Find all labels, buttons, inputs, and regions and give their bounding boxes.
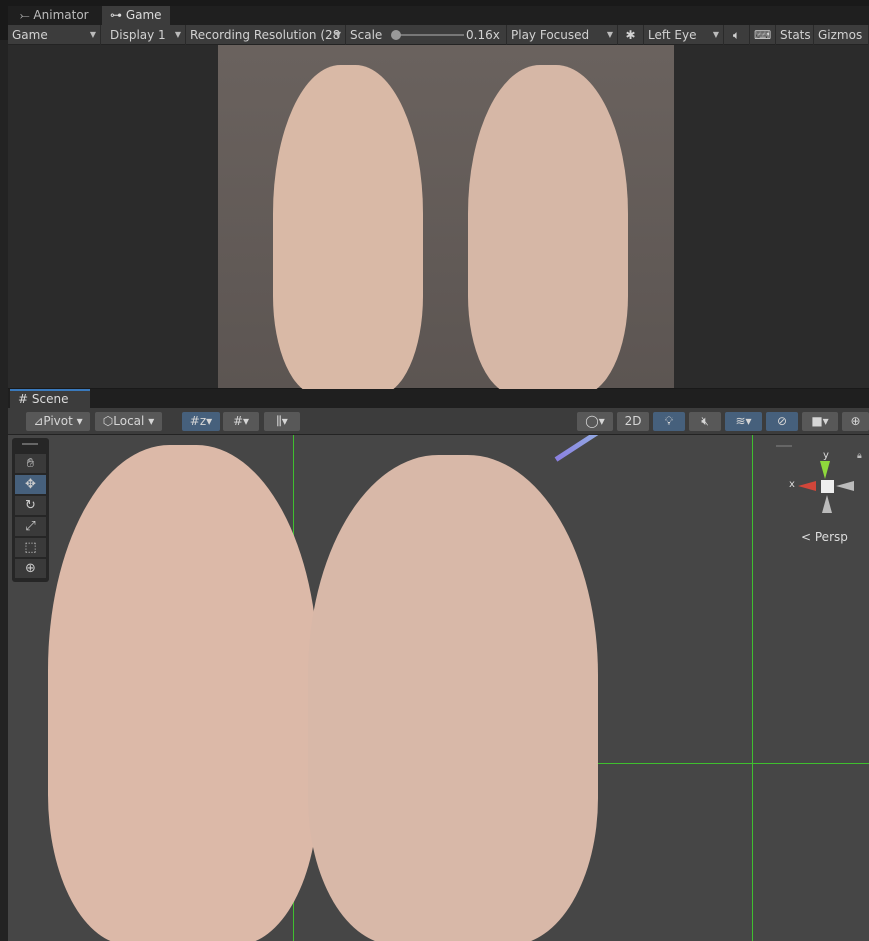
move-tool-icon[interactable]: ✥ [15, 475, 46, 494]
stats-button[interactable]: Stats [776, 25, 814, 45]
chevron-down-icon: ▼ [606, 30, 613, 39]
tab-animator[interactable]: ⤚ Animator [12, 6, 97, 25]
game-view-dropdown[interactable]: Game ▼ [8, 25, 101, 45]
scene-view[interactable]: 🔒︎ y x < Persp [8, 435, 869, 941]
scene-tab-bar: # Scene [8, 389, 869, 408]
draw-mode-dropdown[interactable]: ◯▾ [577, 412, 613, 431]
x-axis-cone[interactable] [798, 481, 816, 491]
grid-snap-button[interactable]: #z▾ [182, 412, 220, 431]
chevron-down-icon: ▼ [712, 30, 719, 39]
character-right [468, 65, 628, 395]
audio-icon[interactable]: 🔈︎ [724, 25, 750, 45]
scale-control: Scale 0.16x [346, 25, 507, 45]
character-left [273, 65, 423, 395]
left-panel-edge [0, 40, 8, 941]
resolution-dropdown[interactable]: Recording Resolution (28 ▼ [186, 25, 346, 45]
hidden-objects-icon[interactable]: ⊘ [766, 412, 798, 431]
game-render [218, 45, 674, 395]
character-left [48, 445, 318, 941]
grid-line [752, 435, 753, 941]
keyboard-icon[interactable]: ⌨ [750, 25, 776, 45]
neg-x-cone[interactable] [836, 481, 854, 491]
ruler-button[interactable]: ⫼▾ [264, 412, 300, 431]
2d-toggle[interactable]: 2D [617, 412, 649, 431]
chevron-down-icon: ▼ [89, 30, 96, 39]
center-cube[interactable] [821, 480, 834, 493]
bug-icon[interactable]: ✱ [618, 25, 644, 45]
game-tab-bar: ⤚ Animator ⊶ Game [8, 6, 869, 25]
scale-slider[interactable] [394, 34, 464, 36]
animator-icon: ⤚ [20, 8, 34, 22]
eye-dropdown[interactable]: Left Eye ▼ [644, 25, 724, 45]
tab-scene[interactable]: # Scene [10, 389, 90, 408]
effects-dropdown[interactable]: ≋▾ [725, 412, 762, 431]
camera-dropdown[interactable]: ■▾ [802, 412, 838, 431]
wand-prop [554, 435, 650, 462]
drag-handle[interactable] [776, 445, 792, 447]
gizmos-globe-icon[interactable]: ⊕ [842, 412, 869, 431]
neg-y-cone[interactable] [822, 495, 832, 513]
chevron-down-icon: ▼ [174, 30, 181, 39]
transform-tool-icon[interactable]: ⊕ [15, 559, 46, 578]
game-toolbar: Game ▼ Display 1 ▼ Recording Resolution (2… [8, 25, 869, 45]
grid-icon: # [18, 392, 32, 406]
audio-mute-icon[interactable]: 🔇︎ [689, 412, 721, 431]
hand-tool-icon[interactable]: ✋︎ [15, 454, 46, 473]
tab-game[interactable]: ⊶ Game [102, 6, 170, 25]
scale-slider-thumb[interactable] [391, 30, 401, 40]
rotate-tool-icon[interactable]: ↻ [15, 496, 46, 515]
rect-tool-icon[interactable]: ⬚ [15, 538, 46, 557]
lighting-icon[interactable]: 💡︎ [653, 412, 685, 431]
gamepad-icon: ⊶ [110, 8, 126, 22]
increment-snap-button[interactable]: #▾ [223, 412, 259, 431]
lock-icon[interactable]: 🔒︎ [857, 451, 862, 461]
scene-toolbar: ⊿Pivot ▾ ⬡Local ▾ #z▾ #▾ ⫼▾ ◯▾ 2D 💡︎ 🔇︎ … [8, 408, 869, 435]
character-right [308, 455, 598, 941]
scale-tool-icon[interactable]: ⤢ [15, 517, 46, 536]
pivot-dropdown[interactable]: ⊿Pivot ▾ [26, 412, 90, 431]
drag-handle[interactable] [22, 443, 38, 445]
chevron-down-icon: ▼ [334, 30, 341, 39]
tools-overlay: ✋︎ ✥ ↻ ⤢ ⬚ ⊕ [12, 438, 49, 582]
y-axis-cone[interactable] [820, 461, 830, 479]
gizmos-button[interactable]: Gizmos [814, 25, 869, 45]
display-dropdown[interactable]: Display 1 ▼ [106, 25, 186, 45]
local-dropdown[interactable]: ⬡Local ▾ [95, 412, 162, 431]
play-mode-dropdown[interactable]: Play Focused ▼ [507, 25, 618, 45]
projection-toggle[interactable]: < Persp [801, 530, 848, 544]
